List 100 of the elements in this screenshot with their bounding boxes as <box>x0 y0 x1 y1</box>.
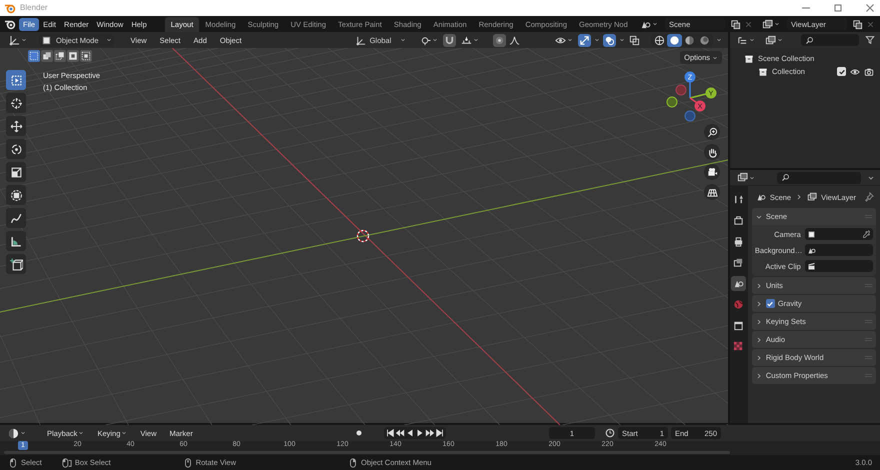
tool-button[interactable] <box>6 116 26 136</box>
select-invert-icon <box>68 51 78 61</box>
object-field[interactable] <box>804 244 873 256</box>
dot-circle-icon <box>494 34 506 46</box>
chevron-icon <box>795 193 804 201</box>
tool-button[interactable] <box>6 93 26 113</box>
box-icon <box>758 66 768 76</box>
previous-keyframe-icon[interactable] <box>394 428 405 438</box>
blender-logo-icon[interactable] <box>4 18 16 30</box>
select-extend-icon <box>42 51 52 61</box>
zoom-button[interactable] <box>704 124 720 140</box>
shading-button[interactable] <box>652 34 667 46</box>
caret-icon <box>594 36 600 44</box>
checkerboard-icon <box>733 341 744 352</box>
select-mode-button[interactable] <box>54 50 66 62</box>
snap-target-icon <box>461 34 472 46</box>
caret-icon <box>400 36 406 44</box>
search-field[interactable] <box>801 34 859 46</box>
eyedropper-icon <box>862 230 871 238</box>
select-subtract-icon <box>55 51 65 61</box>
jump-end-icon[interactable] <box>434 428 445 438</box>
funnel-icon[interactable] <box>865 35 875 45</box>
material-sphere-icon <box>684 34 695 46</box>
new-layer-icon[interactable] <box>852 18 863 30</box>
camera-view-button[interactable] <box>704 164 720 180</box>
circles-icon <box>604 34 615 46</box>
tool-button[interactable] <box>6 139 26 159</box>
drag-handle-icon <box>864 281 873 290</box>
tool-button[interactable] <box>6 70 26 90</box>
caret-icon <box>652 20 658 28</box>
drag-handle-icon <box>864 317 873 326</box>
solid-sphere-icon <box>669 34 680 46</box>
select-mode-button[interactable] <box>41 50 53 62</box>
search-icon <box>805 36 814 44</box>
pencil-icon <box>10 212 22 224</box>
scene-icon <box>806 246 816 254</box>
pin-icon[interactable] <box>864 192 874 202</box>
tool-button[interactable] <box>6 162 26 182</box>
snap-button[interactable] <box>443 34 456 46</box>
drag-handle-icon <box>864 212 873 221</box>
mouse-middle-icon <box>182 458 193 468</box>
overlay-toggle[interactable] <box>578 34 591 46</box>
tool-button[interactable] <box>6 254 26 274</box>
select-mode-button[interactable] <box>67 50 79 62</box>
properties-tab[interactable] <box>731 276 746 291</box>
next-keyframe-icon[interactable] <box>424 428 435 438</box>
tool-button[interactable] <box>6 185 26 205</box>
select-box-icon <box>10 74 22 86</box>
zoom-icon <box>706 126 718 138</box>
caret-icon <box>749 36 755 44</box>
overlay-toggle[interactable] <box>603 34 616 46</box>
rotate-icon <box>10 142 22 156</box>
navigation-gizmo[interactable] <box>666 72 716 122</box>
caret-icon <box>21 36 27 44</box>
select-mode-button[interactable] <box>80 50 92 62</box>
box-icon <box>733 320 744 331</box>
transform-icon <box>10 188 22 202</box>
object-field[interactable] <box>804 260 873 272</box>
caret-icon[interactable] <box>867 174 875 182</box>
caret-icon <box>567 36 573 44</box>
eye-icon[interactable] <box>850 66 860 76</box>
check-icon <box>766 300 774 308</box>
close-icon[interactable] <box>864 2 876 14</box>
pan-button[interactable] <box>704 144 720 160</box>
proportional-edit-button[interactable] <box>493 34 506 46</box>
shading-button[interactable] <box>667 34 682 46</box>
camera-icon <box>706 166 718 178</box>
search-field[interactable] <box>777 172 861 184</box>
checkbox[interactable] <box>766 299 775 308</box>
rendered-sphere-icon <box>699 34 710 46</box>
hand-icon <box>706 146 718 158</box>
maximize-icon[interactable] <box>832 2 844 14</box>
caret-icon <box>78 429 84 437</box>
perspective-toggle-button[interactable] <box>704 184 720 200</box>
select-set-icon <box>29 51 39 61</box>
window-title: Blender <box>20 3 48 13</box>
record-button-icon[interactable] <box>354 428 364 438</box>
caret-icon <box>121 429 128 437</box>
image-stack-icon <box>807 192 818 202</box>
object-field[interactable] <box>804 228 873 240</box>
scene-icon <box>733 278 744 289</box>
overlay-toggle[interactable] <box>628 34 641 46</box>
caret-icon[interactable] <box>716 36 722 44</box>
falloff-curve-icon[interactable] <box>509 34 520 46</box>
camera-icon[interactable] <box>864 66 874 76</box>
axes-icon <box>354 34 366 46</box>
checkbox[interactable] <box>837 67 846 76</box>
play-icon[interactable] <box>414 428 425 438</box>
overlapping-squares-icon <box>629 34 640 46</box>
select-mode-button[interactable] <box>28 50 40 62</box>
drag-handle-icon <box>864 353 873 362</box>
3d-cursor-icon <box>356 230 370 242</box>
globe-icon <box>733 299 744 310</box>
new-scene-icon[interactable] <box>730 18 741 30</box>
jump-start-icon[interactable] <box>384 428 395 438</box>
cursor-icon <box>10 96 22 110</box>
cube-icon <box>41 34 52 46</box>
tool-button[interactable] <box>6 231 26 251</box>
tool-button[interactable] <box>6 208 26 228</box>
mouse-drag-icon <box>62 458 72 468</box>
